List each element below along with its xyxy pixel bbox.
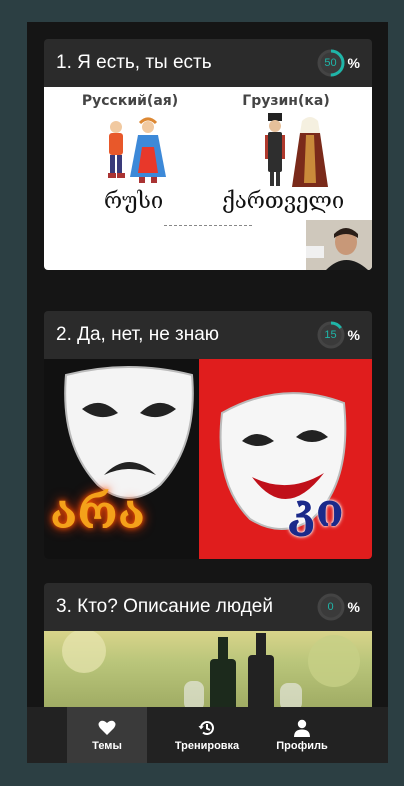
russian-couple-illustration: [108, 117, 166, 183]
left-word: რუსი: [104, 189, 164, 214]
topic-card-header: 3. Кто? Описание людей 0 %: [44, 583, 372, 631]
georgian-couple-illustration: [265, 113, 328, 187]
percent-sign: %: [347, 599, 360, 615]
nav-item-topics[interactable]: Темы: [67, 707, 147, 763]
right-label: Грузин(ка): [242, 93, 330, 109]
nav-item-profile[interactable]: Профиль: [262, 707, 342, 763]
user-icon: [294, 719, 310, 737]
heart-icon: [98, 720, 116, 735]
topics-feed[interactable]: 1. Я есть, ты есть 50 % Русский(ая) Груз…: [27, 22, 388, 707]
topic-card-3[interactable]: 3. Кто? Описание людей 0 %: [44, 583, 372, 707]
topic-progress: 15 %: [316, 320, 360, 350]
percent-sign: %: [347, 55, 360, 71]
topic-title: 2. Да, нет, не знаю: [56, 324, 220, 345]
progress-ring: 15: [316, 320, 346, 350]
topic-image[interactable]: Русский(ая) Грузин(ка) რუსი ქართველი: [44, 87, 372, 270]
nav-item-training[interactable]: Тренировка: [162, 707, 252, 763]
topic-title: 1. Я есть, ты есть: [56, 52, 212, 73]
topic-progress: 50 %: [316, 48, 360, 78]
progress-value: 0: [327, 601, 334, 613]
topic-card-header: 2. Да, нет, не знаю 15 %: [44, 311, 372, 359]
nav-label: Темы: [92, 739, 122, 752]
progress-ring: 0: [316, 592, 346, 622]
wine-bottles-photo: [62, 631, 360, 707]
topic-title: 3. Кто? Описание людей: [56, 596, 273, 617]
topic-image[interactable]: [44, 631, 372, 707]
left-label: Русский(ая): [81, 93, 179, 109]
right-word: ქართველი: [222, 189, 345, 214]
topic-image[interactable]: არა კი: [44, 359, 372, 559]
divider: [164, 225, 252, 226]
nav-label: Профиль: [276, 739, 328, 752]
topic-card-2[interactable]: 2. Да, нет, не знаю 15 % არა კი: [44, 311, 372, 559]
progress-value: 50: [324, 57, 337, 69]
percent-sign: %: [347, 327, 360, 343]
progress-value: 15: [324, 329, 337, 341]
app-window: 1. Я есть, ты есть 50 % Русский(ая) Груз…: [27, 22, 388, 763]
no-word: არა: [50, 485, 146, 539]
yes-word: კი: [288, 483, 344, 537]
sad-mask-illustration: [64, 366, 194, 499]
topic-card-header: 1. Я есть, ты есть 50 %: [44, 39, 372, 87]
bottom-navigation: Темы Тренировка Профиль: [27, 707, 388, 763]
nav-label: Тренировка: [174, 739, 240, 752]
topic-progress: 0 %: [316, 592, 360, 622]
history-icon: [198, 720, 214, 735]
webcam-thumbnail: [306, 220, 372, 270]
progress-ring: 50: [316, 48, 346, 78]
topic-card-1[interactable]: 1. Я есть, ты есть 50 % Русский(ая) Груз…: [44, 39, 372, 270]
